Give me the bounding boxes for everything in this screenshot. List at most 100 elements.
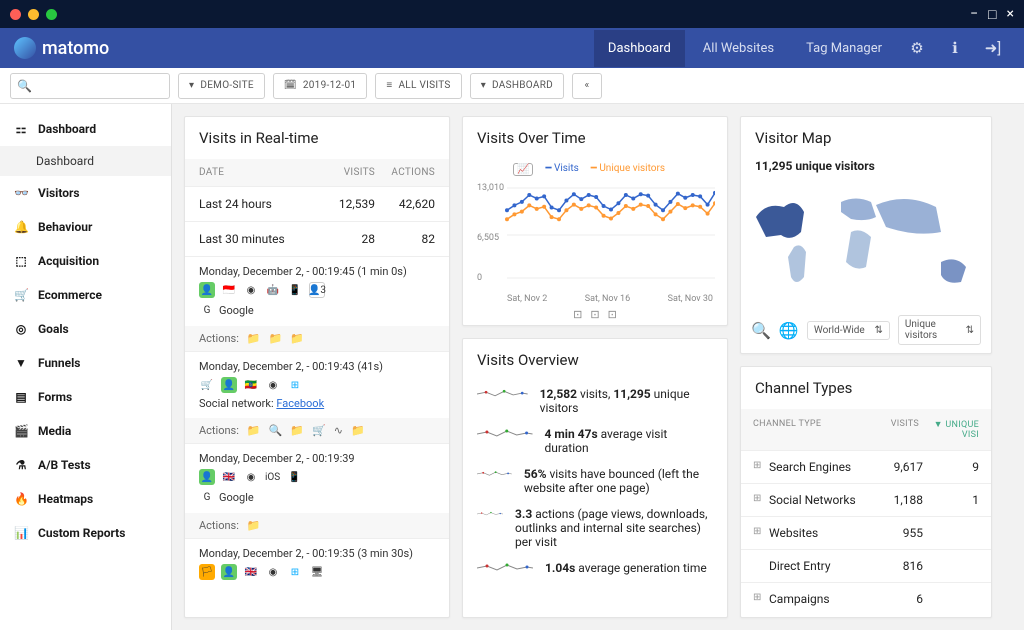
- flag-icon: 🇬🇧: [243, 564, 259, 580]
- sidebar-item-heatmaps[interactable]: 🔥Heatmaps: [0, 482, 171, 516]
- flag-icon: 🇪🇹: [243, 377, 259, 393]
- chart-toggle-icon[interactable]: 📈: [513, 163, 533, 176]
- maximize-icon[interactable]: □: [988, 6, 996, 23]
- cart-icon[interactable]: 🛒: [312, 424, 326, 437]
- windows-icon: ⊞: [287, 564, 303, 580]
- chrome-icon: ◉: [265, 377, 281, 393]
- search-icon: 🔍: [17, 79, 32, 93]
- legend-unique[interactable]: ━ Unique visitors: [591, 163, 665, 176]
- segment-selector[interactable]: ≡ALL VISITS: [375, 73, 461, 99]
- window-min-dot[interactable]: [28, 9, 39, 20]
- minimize-icon[interactable]: −: [970, 6, 978, 23]
- funnel-icon: ▼: [14, 356, 28, 370]
- svg-text:13,010: 13,010: [477, 183, 504, 193]
- overview-title: Visits Overview: [463, 339, 727, 381]
- tab-tag-manager[interactable]: Tag Manager: [792, 30, 896, 67]
- visitors-icon: 👓: [14, 186, 28, 200]
- chrome-icon: ◉: [265, 564, 281, 580]
- col-actions: ACTIONS: [375, 167, 435, 178]
- site-selector[interactable]: ▾DEMO-SITE: [178, 73, 265, 99]
- brand-text: matomo: [42, 38, 109, 59]
- sidebar-sub-dashboard[interactable]: Dashboard: [0, 146, 171, 176]
- rt-entry[interactable]: Monday, December 2, - 00:19:39 👤 🇬🇧 ◉ iO…: [185, 443, 449, 513]
- collapse-icon[interactable]: «: [572, 73, 602, 99]
- map-metric-select[interactable]: Unique visitors⇅: [898, 315, 981, 345]
- acquisition-icon: ⬚: [14, 254, 28, 268]
- channels-card: Channel Types CHANNEL TYPE VISITS ▼ UNIQ…: [740, 366, 992, 618]
- window-max-dot[interactable]: [46, 9, 57, 20]
- gear-icon[interactable]: ⚙: [900, 39, 934, 57]
- bell-icon: 🔔: [14, 220, 28, 234]
- sidebar-item-custom-reports[interactable]: 📊Custom Reports: [0, 516, 171, 550]
- date-selector[interactable]: 🗓2019-12-01: [273, 73, 368, 99]
- channel-row[interactable]: ⊞Websites955: [741, 516, 991, 549]
- folder-icon[interactable]: 📁: [247, 332, 261, 345]
- sidebar-item-acquisition[interactable]: ⬚Acquisition: [0, 244, 171, 278]
- windows-icon: ⊞: [287, 377, 303, 393]
- map-title: Visitor Map: [741, 117, 991, 159]
- tab-dashboard[interactable]: Dashboard: [594, 30, 685, 67]
- col-type: CHANNEL TYPE: [753, 419, 869, 440]
- folder-icon[interactable]: 📁: [247, 424, 261, 437]
- col-unique: ▼ UNIQUE VISI: [919, 419, 979, 440]
- sidebar-item-media[interactable]: 🎬Media: [0, 414, 171, 448]
- overtime-chart[interactable]: 13,010 6,505 0: [477, 180, 715, 290]
- channel-row[interactable]: Direct Entry816: [741, 549, 991, 582]
- sidebar-item-visitors[interactable]: 👓Visitors: [0, 176, 171, 210]
- tab-all-websites[interactable]: All Websites: [689, 30, 788, 67]
- rt-row-30m: Last 30 minutes 28 82: [185, 221, 449, 256]
- channel-row[interactable]: ⊞Search Engines9,6179: [741, 450, 991, 483]
- globe-icon[interactable]: 🌐: [779, 321, 799, 340]
- sidebar-item-abtests[interactable]: ⚗A/B Tests: [0, 448, 171, 482]
- dashboard-selector[interactable]: ▾DASHBOARD: [470, 73, 564, 99]
- overtime-card: Visits Over Time 📈 ━ Visits ━ Unique vis…: [462, 116, 728, 326]
- channel-row[interactable]: ⊞Campaigns6: [741, 582, 991, 615]
- chart-btn[interactable]: ⊡: [573, 308, 582, 321]
- folder-icon[interactable]: 📁: [351, 424, 365, 437]
- visitor-icon: 👤: [221, 377, 237, 393]
- folder-icon[interactable]: 📁: [269, 332, 283, 345]
- android-icon: 🤖: [265, 282, 281, 298]
- folder-icon[interactable]: 📁: [290, 332, 304, 345]
- map-card: Visitor Map 11,295 unique visitors 🔍 🌐 W…: [740, 116, 992, 354]
- channel-row[interactable]: ⊞Social Networks1,1881: [741, 483, 991, 516]
- close-icon[interactable]: ×: [1007, 6, 1014, 23]
- sidebar-item-dashboard[interactable]: ⚏Dashboard: [0, 112, 171, 146]
- signin-icon[interactable]: ➜]: [976, 39, 1010, 57]
- overtime-title: Visits Over Time: [463, 117, 727, 159]
- brand-logo[interactable]: matomo: [14, 37, 109, 59]
- rt-actions: Actions:📁🔍📁🛒∿📁: [185, 418, 449, 443]
- chart-btn[interactable]: ⊡: [608, 308, 617, 321]
- rt-entry[interactable]: Monday, December 2, - 00:19:35 (3 min 30…: [185, 538, 449, 592]
- window-close-dot[interactable]: [10, 9, 21, 20]
- chart-btn[interactable]: ⊡: [590, 308, 599, 321]
- fire-icon: 🔥: [14, 492, 28, 506]
- legend-visits[interactable]: ━ Visits: [545, 163, 578, 176]
- device-icon: 📱: [286, 469, 302, 485]
- info-icon[interactable]: ℹ: [938, 39, 972, 57]
- search-icon[interactable]: 🔍: [269, 424, 283, 437]
- svg-text:6,505: 6,505: [477, 233, 499, 243]
- zoom-out-icon[interactable]: 🔍: [751, 321, 771, 340]
- folder-icon[interactable]: 📁: [290, 424, 304, 437]
- folder-icon[interactable]: 📁: [247, 519, 261, 532]
- sidebar-item-funnels[interactable]: ▼Funnels: [0, 346, 171, 380]
- sidebar-item-forms[interactable]: ▤Forms: [0, 380, 171, 414]
- rt-entry[interactable]: Monday, December 2, - 00:19:43 (41s) 🛒 👤…: [185, 351, 449, 418]
- target-icon: ◎: [14, 322, 28, 336]
- sidebar: ⚏Dashboard Dashboard 👓Visitors 🔔Behaviou…: [0, 104, 172, 630]
- rt-actions: Actions:📁: [185, 513, 449, 538]
- sidebar-item-behaviour[interactable]: 🔔Behaviour: [0, 210, 171, 244]
- facebook-link[interactable]: Facebook: [276, 397, 324, 410]
- flag-icon: 🏳: [199, 564, 215, 580]
- visitor-icon: 👤: [199, 469, 215, 485]
- pulse-icon[interactable]: ∿: [334, 424, 343, 437]
- map-region-select[interactable]: World-Wide⇅: [807, 321, 890, 340]
- search-input[interactable]: 🔍: [10, 73, 170, 99]
- reports-icon: 📊: [14, 526, 28, 540]
- world-map[interactable]: [741, 177, 991, 307]
- rt-entry[interactable]: Monday, December 2, - 00:19:45 (1 min 0s…: [185, 256, 449, 326]
- overview-row: 4 min 47s average visit duration: [463, 421, 727, 461]
- sidebar-item-goals[interactable]: ◎Goals: [0, 312, 171, 346]
- sidebar-item-ecommerce[interactable]: 🛒Ecommerce: [0, 278, 171, 312]
